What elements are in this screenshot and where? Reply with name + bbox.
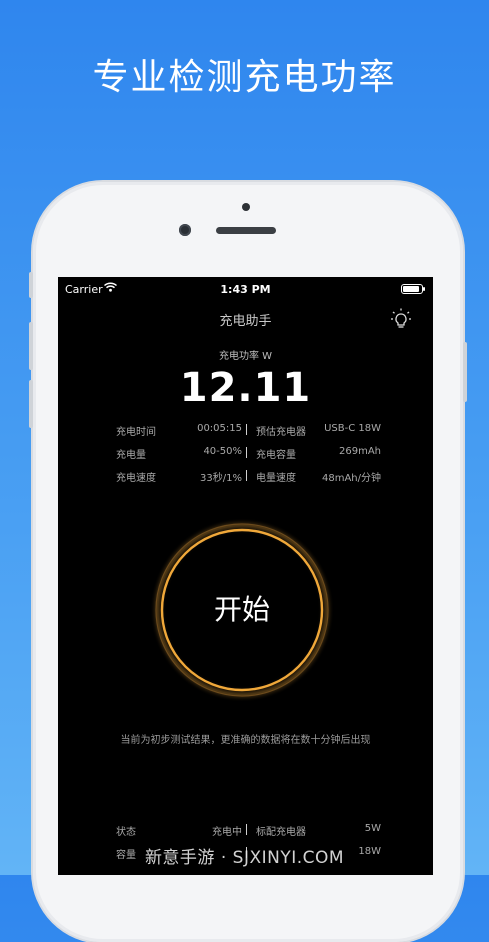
headline: 专业检测充电功率 [92, 57, 397, 98]
stat-label: 标配充电器 [256, 827, 306, 838]
stat-divider [246, 424, 247, 435]
stat-label: 充电容量 [256, 450, 296, 461]
stat-label: 充电时间 [116, 427, 156, 438]
stat-label: 状态 [116, 827, 136, 838]
stat-value: 33秒/1% [200, 473, 242, 484]
phone-speaker [216, 227, 276, 234]
start-button[interactable]: 开始 [147, 515, 337, 705]
power-label: 充电功率 W [218, 351, 273, 362]
stats-row: 充电时间 00:05:15 预估充电器 USB-C 18W [116, 423, 381, 446]
stat-divider [246, 470, 247, 481]
stat-label: 电量速度 [256, 473, 296, 484]
stat-label: 充电速度 [116, 473, 156, 484]
phone-side-button [29, 272, 33, 298]
battery-level [403, 286, 419, 292]
stats-table: 充电时间 00:05:15 预估充电器 USB-C 18W 充电量 40-50%… [116, 423, 381, 492]
stat-label: 充电量 [116, 450, 146, 461]
stat-divider [246, 824, 247, 835]
stat-value: 269mAh [338, 446, 381, 457]
stats-row: 充电速度 33秒/1% 电量速度 48mAh/分钟 [116, 469, 381, 492]
status-bar: Carrier 1:43 PM [58, 277, 433, 301]
app-title: 充电助手 [219, 314, 272, 329]
stat-value: 充电中 [212, 827, 242, 838]
result-hint: 当前为初步测试结果，更准确的数据将在数十分钟后出现 [120, 735, 371, 746]
app-screen: Carrier 1:43 PM 充电助手 充电功率 W 12.11 充电时间 0… [58, 277, 433, 875]
stat-value: USB-C 18W [324, 423, 381, 434]
power-value: 12.11 [179, 365, 312, 411]
phone-power-button [463, 342, 467, 402]
phone-volume-up-button [29, 322, 33, 370]
watermark: 新意手游 · SJXINYI.COM [144, 848, 345, 868]
stat-divider [246, 447, 247, 458]
stats-row: 充电量 40-50% 充电容量 269mAh [116, 446, 381, 469]
status-time: 1:43 PM [220, 283, 271, 296]
stat-value: 48mAh/分钟 [321, 473, 381, 484]
lightbulb-icon[interactable] [389, 307, 413, 331]
stat-value: 5W [364, 823, 381, 834]
stat-value: 00:05:15 [197, 423, 242, 434]
stat-label: 预估充电器 [256, 427, 306, 438]
phone-camera [179, 224, 191, 236]
phone-sensor [242, 203, 250, 211]
battery-icon [401, 284, 425, 294]
phone-volume-down-button [29, 380, 33, 428]
stat-value: 40-50% [203, 446, 242, 457]
progress-ring [150, 518, 334, 702]
